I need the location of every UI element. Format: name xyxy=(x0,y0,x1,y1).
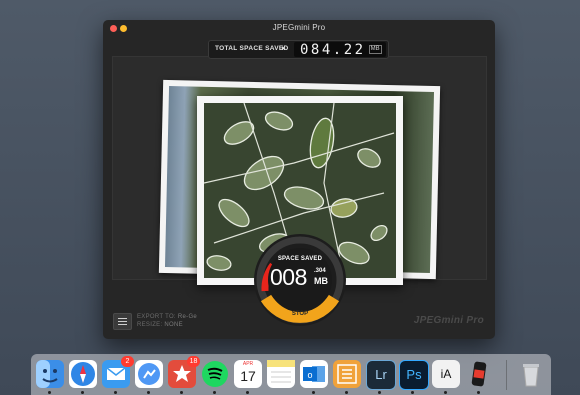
app-window: JPEGmini Pro EXPORT TO: Re-Ge RESIZE: NO… xyxy=(103,20,495,339)
space-saved-gauge: SPACE SAVED 008 .304 MB STOP xyxy=(253,233,347,327)
mail-badge: 2 xyxy=(121,356,134,367)
lightroom-icon: Lr xyxy=(375,367,387,382)
calendar-month: APR xyxy=(242,361,254,367)
dock-trash[interactable] xyxy=(517,360,545,388)
running-indicator xyxy=(312,391,315,394)
export-to-value: Re-Ge xyxy=(177,314,198,320)
dock-finder[interactable] xyxy=(36,360,64,388)
running-indicator xyxy=(477,391,480,394)
title-bar[interactable]: JPEGmini Pro xyxy=(103,20,495,38)
play-arrow-icon: ▸ xyxy=(282,45,286,52)
running-indicator xyxy=(345,391,348,394)
notes-icon xyxy=(267,360,295,383)
running-indicator xyxy=(147,391,150,394)
dock-separator xyxy=(506,360,507,390)
dock-jpegmini[interactable] xyxy=(465,360,493,388)
export-info: EXPORT TO: Re-Ge RESIZE: NONE xyxy=(137,313,197,329)
export-to-key: EXPORT TO: xyxy=(137,314,176,320)
resize-value: NONE xyxy=(164,322,183,328)
dock-lightroom[interactable]: Lr xyxy=(366,360,396,390)
finder-icon xyxy=(36,360,58,388)
total-unit: MB xyxy=(368,45,382,54)
svg-text:o: o xyxy=(307,370,312,380)
running-indicator xyxy=(180,391,183,394)
dock-notes[interactable] xyxy=(267,360,295,388)
dock-safari[interactable] xyxy=(69,360,97,388)
space-saved-decimal: .304 xyxy=(314,268,326,274)
running-indicator xyxy=(48,391,51,394)
spotify-icon xyxy=(202,361,228,387)
running-indicator xyxy=(444,391,447,394)
resize-key: RESIZE: xyxy=(137,322,163,328)
dock-wunderlist[interactable]: 18 xyxy=(168,356,200,388)
dock-photoshop[interactable]: Ps xyxy=(399,360,429,390)
total-space-saved-label: TOTAL SPACE SAVED xyxy=(215,45,289,52)
stop-button[interactable]: STOP xyxy=(253,311,347,317)
compass-icon xyxy=(71,362,95,386)
running-indicator xyxy=(246,391,249,394)
total-space-saved-panel: TOTAL SPACE SAVED ▸ 084.22 MB xyxy=(208,40,389,59)
trash-icon xyxy=(523,364,539,387)
checklist-icon xyxy=(337,364,357,384)
running-indicator xyxy=(81,391,84,394)
dock-outlook[interactable]: o xyxy=(300,360,328,388)
window-title: JPEGmini Pro xyxy=(272,23,326,32)
running-indicator xyxy=(213,391,216,394)
space-saved-digits: 008 xyxy=(270,264,307,290)
dock-omnifocus[interactable] xyxy=(333,360,361,388)
running-indicator xyxy=(114,391,117,394)
running-indicator xyxy=(378,391,381,394)
dock-calendar[interactable]: APR 17 xyxy=(234,360,262,388)
paper-plane-icon xyxy=(138,363,160,385)
dock: 2 18 APR 17 o Lr Ps iA xyxy=(31,354,551,395)
total-digits: 084.22 xyxy=(300,41,366,58)
space-saved-unit: MB xyxy=(314,276,328,286)
dock-messenger[interactable] xyxy=(135,360,163,388)
space-saved-label: SPACE SAVED xyxy=(277,256,323,262)
dock-mail[interactable]: 2 xyxy=(102,356,134,388)
jpegmini-icon xyxy=(471,361,487,387)
ia-writer-icon: iA xyxy=(440,367,452,381)
outlook-icon: o xyxy=(303,366,325,382)
calendar-day: 17 xyxy=(240,368,256,384)
dock-ia-writer[interactable]: iA xyxy=(432,360,460,388)
menu-button[interactable] xyxy=(113,313,132,330)
wunderlist-badge: 18 xyxy=(187,356,200,367)
photoshop-icon: Ps xyxy=(406,367,422,382)
dock-spotify[interactable] xyxy=(201,360,229,388)
brand-watermark: JPEGmini Pro xyxy=(413,315,484,326)
running-indicator xyxy=(411,391,414,394)
total-odometer: 084.22 MB xyxy=(294,41,386,58)
